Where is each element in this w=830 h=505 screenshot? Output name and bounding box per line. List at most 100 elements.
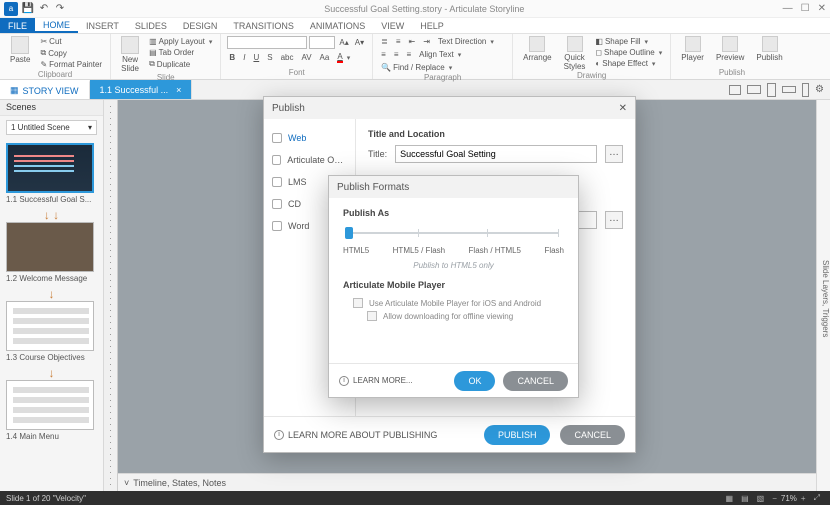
maximize-button[interactable]: ☐ [801, 3, 810, 14]
view-icon-3[interactable]: ▧ [757, 494, 765, 503]
tab-story-view[interactable]: ▦ STORY VIEW [0, 80, 90, 99]
shadow-icon[interactable]: abc [279, 51, 296, 64]
tab-view[interactable]: VIEW [373, 18, 412, 33]
cloud-icon [272, 155, 281, 165]
publish-button[interactable]: Publish [752, 36, 786, 62]
shrink-font-icon[interactable]: A▾ [353, 36, 366, 49]
publish-cancel-button[interactable]: CANCEL [560, 425, 625, 445]
close-tab-icon[interactable]: × [176, 85, 181, 95]
globe-icon [272, 133, 282, 143]
slider-thumb[interactable] [345, 227, 353, 239]
learn-more-link[interactable]: iLEARN MORE ABOUT PUBLISHING [274, 430, 474, 440]
tab-order-icon: ▤ [149, 48, 157, 57]
tab-insert[interactable]: INSERT [78, 18, 127, 33]
zoom-in-icon[interactable]: + [801, 494, 806, 503]
indent-icon[interactable]: ⇥ [421, 36, 432, 47]
formats-learn-more[interactable]: iLEARN MORE... [339, 376, 446, 386]
tab-slide-1-1[interactable]: 1.1 Successful ...× [90, 80, 193, 99]
italic-icon[interactable]: I [241, 51, 247, 64]
shape-outline-button[interactable]: ◻Shape Outline [593, 47, 664, 58]
arrange-button[interactable]: Arrange [519, 36, 555, 62]
grow-font-icon[interactable]: A▴ [337, 36, 350, 49]
duplicate-button[interactable]: ⧉Duplicate [147, 58, 214, 70]
view-icon-1[interactable]: ▦ [726, 494, 734, 503]
save-icon[interactable]: 💾 [22, 3, 34, 15]
close-button[interactable]: ✕ [818, 3, 826, 14]
app-icon: a [4, 2, 18, 16]
tab-file[interactable]: FILE [0, 18, 35, 33]
font-color-icon[interactable]: A [335, 51, 352, 64]
redo-icon[interactable]: ↷ [54, 3, 66, 15]
view-icon-2[interactable]: ▤ [741, 494, 749, 503]
tablet-landscape-icon[interactable] [747, 85, 761, 94]
tab-help[interactable]: HELP [412, 18, 452, 33]
close-icon[interactable]: ✕ [619, 103, 627, 114]
formats-ok-button[interactable]: OK [454, 371, 495, 391]
undo-icon[interactable]: ↶ [38, 3, 50, 15]
tab-home[interactable]: HOME [35, 18, 78, 33]
underline-icon[interactable]: U [251, 51, 261, 64]
publish-confirm-button[interactable]: PUBLISH [484, 425, 551, 445]
tab-design[interactable]: DESIGN [175, 18, 226, 33]
title-input[interactable] [395, 145, 597, 163]
new-slide-label: New Slide [121, 55, 139, 73]
quick-styles-button[interactable]: Quick Styles [560, 36, 590, 71]
tab-transitions[interactable]: TRANSITIONS [225, 18, 302, 33]
grid-icon: ▦ [10, 85, 19, 96]
copy-button[interactable]: ⧉Copy [38, 47, 104, 59]
scene-selector[interactable]: 1 Untitled Scene▾ [6, 120, 97, 135]
align-center-icon[interactable]: ≡ [392, 49, 401, 60]
thumb-1-2[interactable]: 1.2 Welcome Message [6, 222, 97, 283]
browse-button-2[interactable]: … [605, 211, 623, 229]
text-direction-button[interactable]: Text Direction [436, 36, 496, 47]
tab-order-button[interactable]: ▤Tab Order [147, 47, 214, 58]
timeline-pane-header[interactable]: ˅ Timeline, States, Notes [118, 473, 816, 491]
minimize-button[interactable]: — [783, 3, 793, 14]
strike-icon[interactable]: S [265, 51, 274, 64]
thumb-1-3[interactable]: 1.3 Course Objectives [6, 301, 97, 362]
align-text-button[interactable]: Align Text [417, 49, 463, 60]
font-size-input[interactable] [309, 36, 335, 49]
apply-layout-button[interactable]: ▥Apply Layout [147, 36, 214, 47]
right-panel-collapsed[interactable]: Slide Layers, Triggers [816, 100, 830, 491]
zoom-out-icon[interactable]: − [772, 494, 777, 503]
amp-checkbox-2[interactable]: Allow downloading for offline viewing [367, 311, 564, 321]
spacing-icon[interactable]: AV [299, 51, 313, 64]
player-button[interactable]: Player [677, 36, 708, 62]
find-replace-label: Find / Replace [393, 63, 445, 72]
browse-button[interactable]: … [605, 145, 623, 163]
preview-button[interactable]: Preview [712, 36, 748, 62]
desktop-icon[interactable] [729, 85, 741, 95]
thumb-1-4[interactable]: 1.4 Main Menu [6, 380, 97, 441]
tablet-portrait-icon[interactable] [767, 83, 776, 97]
format-painter-button[interactable]: ✎Format Painter [38, 59, 104, 70]
story-view-label: STORY VIEW [23, 86, 79, 96]
tab-slides[interactable]: SLIDES [127, 18, 175, 33]
align-right-icon[interactable]: ≡ [404, 49, 413, 60]
outdent-icon[interactable]: ⇤ [407, 36, 418, 47]
font-family-input[interactable] [227, 36, 307, 49]
paste-button[interactable]: Paste [6, 36, 34, 64]
bullets-icon[interactable]: ≣ [379, 36, 390, 47]
nav-label: LMS [288, 177, 307, 187]
nav-web[interactable]: Web [264, 127, 355, 149]
phone-portrait-icon[interactable] [802, 83, 809, 97]
shape-effect-button[interactable]: ◐Shape Effect [593, 58, 664, 69]
thumb-1-1[interactable]: 1.1 Successful Goal S... [6, 143, 97, 204]
tab-animations[interactable]: ANIMATIONS [302, 18, 373, 33]
phone-landscape-icon[interactable] [782, 86, 796, 93]
cut-button[interactable]: ✂Cut [38, 36, 104, 47]
find-replace-button[interactable]: 🔍 Find / Replace [379, 62, 454, 73]
numbering-icon[interactable]: ≡ [394, 36, 403, 47]
amp-checkbox-1[interactable]: Use Articulate Mobile Player for iOS and… [353, 298, 564, 308]
nav-articulate-online[interactable]: Articulate Online [264, 149, 355, 171]
new-slide-button[interactable]: New Slide [117, 36, 143, 73]
bold-icon[interactable]: B [227, 51, 237, 64]
case-icon[interactable]: Aa [318, 51, 332, 64]
fit-icon[interactable]: ⤢ [814, 493, 820, 503]
align-left-icon[interactable]: ≡ [379, 49, 388, 60]
formats-cancel-button[interactable]: CANCEL [503, 371, 568, 391]
shape-fill-button[interactable]: ◧Shape Fill [593, 36, 664, 47]
format-slider[interactable] [349, 226, 558, 240]
gear-icon[interactable]: ⚙ [815, 84, 824, 95]
